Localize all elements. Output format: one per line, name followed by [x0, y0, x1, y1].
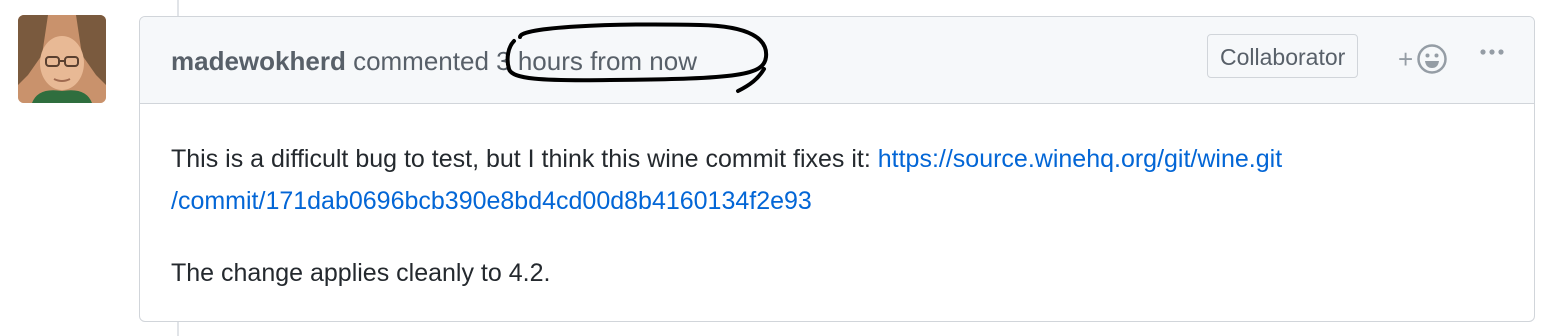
avatar[interactable] — [18, 15, 106, 103]
smiley-icon — [1417, 44, 1447, 74]
timestamp-link[interactable]: 3 hours from now — [496, 46, 697, 76]
comment-text: This is a difficult bug to test, but I t… — [171, 145, 878, 173]
collaborator-badge: Collaborator — [1207, 34, 1359, 78]
avatar-image — [18, 15, 106, 103]
comment-paragraph-2: The change applies cleanly to 4.2. — [171, 259, 551, 287]
more-options-button[interactable] — [1478, 41, 1508, 71]
commit-link-part-2: /commit/171dab0696bcb390e8bd4cd00d8b4160… — [171, 187, 812, 215]
comment-card: madewokherd commented 3 hours from now C… — [139, 16, 1535, 322]
commit-link-part-1: https://source.winehq.org/git/wine.git — [877, 145, 1283, 173]
comment-meta: madewokherd commented 3 hours from now — [171, 45, 697, 77]
plus-label: + — [1398, 44, 1414, 74]
comment-action: commented — [353, 46, 489, 76]
comment-header: madewokherd commented 3 hours from now C… — [140, 17, 1534, 104]
comment-body: This is a difficult bug to test, but I t… — [171, 138, 1511, 294]
author-link[interactable]: madewokherd — [171, 46, 346, 76]
comment-paragraph: This is a difficult bug to test, but I t… — [171, 138, 1511, 222]
kebab-horizontal-icon — [1480, 49, 1504, 55]
add-reaction-button[interactable]: + — [1396, 41, 1456, 79]
